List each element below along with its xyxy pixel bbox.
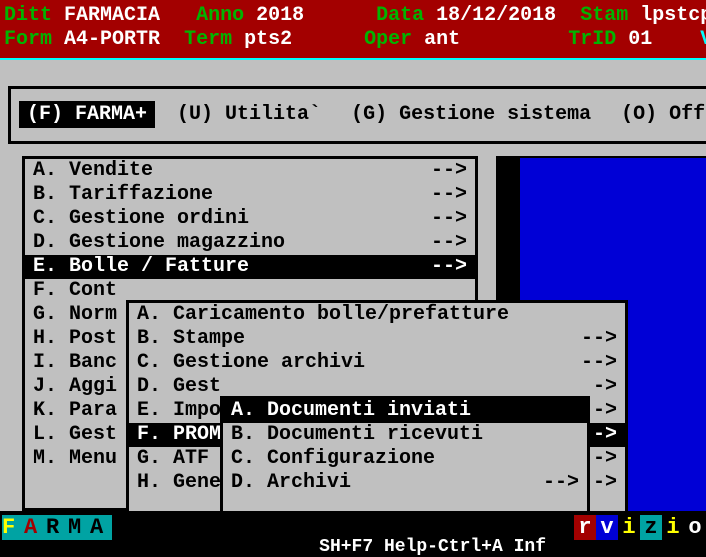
menu-item-label: D. Gestione magazzino bbox=[33, 231, 285, 255]
menu-item[interactable]: B. Documenti ricevuti bbox=[223, 423, 587, 447]
header-trail: V bbox=[700, 28, 706, 51]
submenu-arrow-icon: --> bbox=[423, 231, 467, 255]
anno-value: 2018 bbox=[256, 4, 304, 27]
menu-item-label: F. Cont bbox=[33, 279, 117, 303]
menu-item[interactable]: D. Gestione magazzino --> bbox=[25, 231, 475, 255]
branding-rvizio: rvizio bbox=[574, 515, 706, 540]
ditt-label: Ditt bbox=[4, 4, 52, 27]
form-label: Form bbox=[4, 28, 52, 51]
menu-item-label: C. Gestione archivi bbox=[137, 351, 365, 375]
form-value: A4-PORTR bbox=[64, 28, 160, 51]
menu-item-label: M. Menu bbox=[33, 447, 117, 471]
submenu-arrow-icon: --> bbox=[423, 207, 467, 231]
top-menu-item[interactable]: (G) Gestione sistema bbox=[343, 101, 599, 128]
data-label: Data bbox=[376, 4, 424, 27]
data-value: 18/12/2018 bbox=[436, 4, 556, 27]
header-bar: Ditt FARMACIA Anno 2018 Data 18/12/2018 … bbox=[0, 0, 706, 56]
menu-item-label: L. Gest bbox=[33, 423, 117, 447]
branding-letter: A bbox=[24, 515, 46, 540]
menu-item-label: G. Norm bbox=[33, 303, 117, 327]
menu-item-label: F. PROM bbox=[137, 423, 221, 447]
submenu-arrow-icon: --> bbox=[423, 159, 467, 183]
menu-item-label: E. Impo bbox=[137, 399, 221, 423]
menu-item-label: J. Aggi bbox=[33, 375, 117, 399]
menu-item-label: C. Gestione ordini bbox=[33, 207, 249, 231]
menu-item[interactable]: A. Caricamento bolle/prefatture bbox=[129, 303, 625, 327]
branding-letter: F bbox=[2, 515, 24, 540]
branding-letter: r bbox=[574, 515, 596, 540]
branding-farma: FARMA bbox=[2, 515, 112, 540]
term-value: pts2 bbox=[244, 28, 292, 51]
menu-item-label: A. Caricamento bolle/prefatture bbox=[137, 303, 509, 327]
term-label: Term bbox=[184, 28, 232, 51]
stam-label: Stam bbox=[580, 4, 628, 27]
menu-item-label: A. Documenti inviati bbox=[231, 399, 471, 423]
branding-letter: A bbox=[90, 515, 112, 540]
branding-letter: i bbox=[618, 515, 640, 540]
menu-item[interactable]: C. Gestione ordini --> bbox=[25, 207, 475, 231]
menu-item[interactable]: A. Vendite --> bbox=[25, 159, 475, 183]
branding-letter: M bbox=[68, 515, 90, 540]
top-menu-item[interactable]: (U) Utilita` bbox=[169, 101, 329, 128]
menu-item-label: B. Stampe bbox=[137, 327, 245, 351]
menu-item-label: D. Archivi bbox=[231, 471, 351, 495]
submenu-arrow-icon: --> bbox=[573, 351, 617, 375]
menu-item-label: K. Para bbox=[33, 399, 117, 423]
oper-label: Oper bbox=[364, 28, 412, 51]
submenu-arrow-icon: --> bbox=[573, 327, 617, 351]
branding-letter: o bbox=[684, 515, 706, 540]
top-menu-item[interactable]: (F) FARMA+ bbox=[19, 101, 155, 128]
submenu-arrow-icon: --> bbox=[423, 255, 467, 279]
menu-item[interactable]: A. Documenti inviati bbox=[223, 399, 587, 423]
top-menu-bar: (F) FARMA+ (U) Utilita` (G) Gestione siste… bbox=[8, 86, 706, 144]
menu-item[interactable]: E. Bolle / Fatture --> bbox=[25, 255, 475, 279]
branding-letter: z bbox=[640, 515, 662, 540]
workspace: (F) FARMA+ (U) Utilita` (G) Gestione siste… bbox=[0, 60, 706, 511]
trid-label: TrID bbox=[568, 28, 616, 51]
menu-item-label: I. Banc bbox=[33, 351, 117, 375]
menu-item-label: B. Documenti ricevuti bbox=[231, 423, 483, 447]
anno-label: Anno bbox=[196, 4, 244, 27]
menu-item[interactable]: C. Gestione archivi --> bbox=[129, 351, 625, 375]
menu-item-label: C. Configurazione bbox=[231, 447, 435, 471]
menu-item-label: E. Bolle / Fatture bbox=[33, 255, 249, 279]
branding-letter: i bbox=[662, 515, 684, 540]
subsubmenu-panel: A. Documenti inviatiB. Documenti ricevut… bbox=[220, 396, 590, 511]
help-hint: SH+F7 Help-Ctrl+A Inf bbox=[319, 537, 546, 557]
top-menu-item[interactable]: (O) Offi bbox=[613, 101, 706, 128]
submenu-arrow-icon: --> bbox=[535, 471, 579, 495]
menu-item[interactable]: C. Configurazione bbox=[223, 447, 587, 471]
menu-item[interactable]: B. Tariffazione --> bbox=[25, 183, 475, 207]
menu-item-label: B. Tariffazione bbox=[33, 183, 213, 207]
submenu-arrow-icon: --> bbox=[423, 183, 467, 207]
trid-value: 01 bbox=[628, 28, 652, 51]
menu-item-label: A. Vendite bbox=[33, 159, 153, 183]
menu-item[interactable]: B. Stampe --> bbox=[129, 327, 625, 351]
menu-item-label: D. Gest bbox=[137, 375, 221, 399]
branding-letter: R bbox=[46, 515, 68, 540]
menu-item-label: H. Gene bbox=[137, 471, 221, 495]
branding-letter: v bbox=[596, 515, 618, 540]
stam-value: lpstcp bbox=[640, 4, 706, 27]
menu-item-label: G. ATF bbox=[137, 447, 209, 471]
menu-item[interactable]: D. Archivi --> bbox=[223, 471, 587, 495]
menu-item-label: H. Post bbox=[33, 327, 117, 351]
oper-value: ant bbox=[424, 28, 460, 51]
footer-bar: FARMA SH+F7 Help-Ctrl+A Inf rvizio bbox=[0, 515, 706, 557]
ditt-value: FARMACIA bbox=[64, 4, 160, 27]
